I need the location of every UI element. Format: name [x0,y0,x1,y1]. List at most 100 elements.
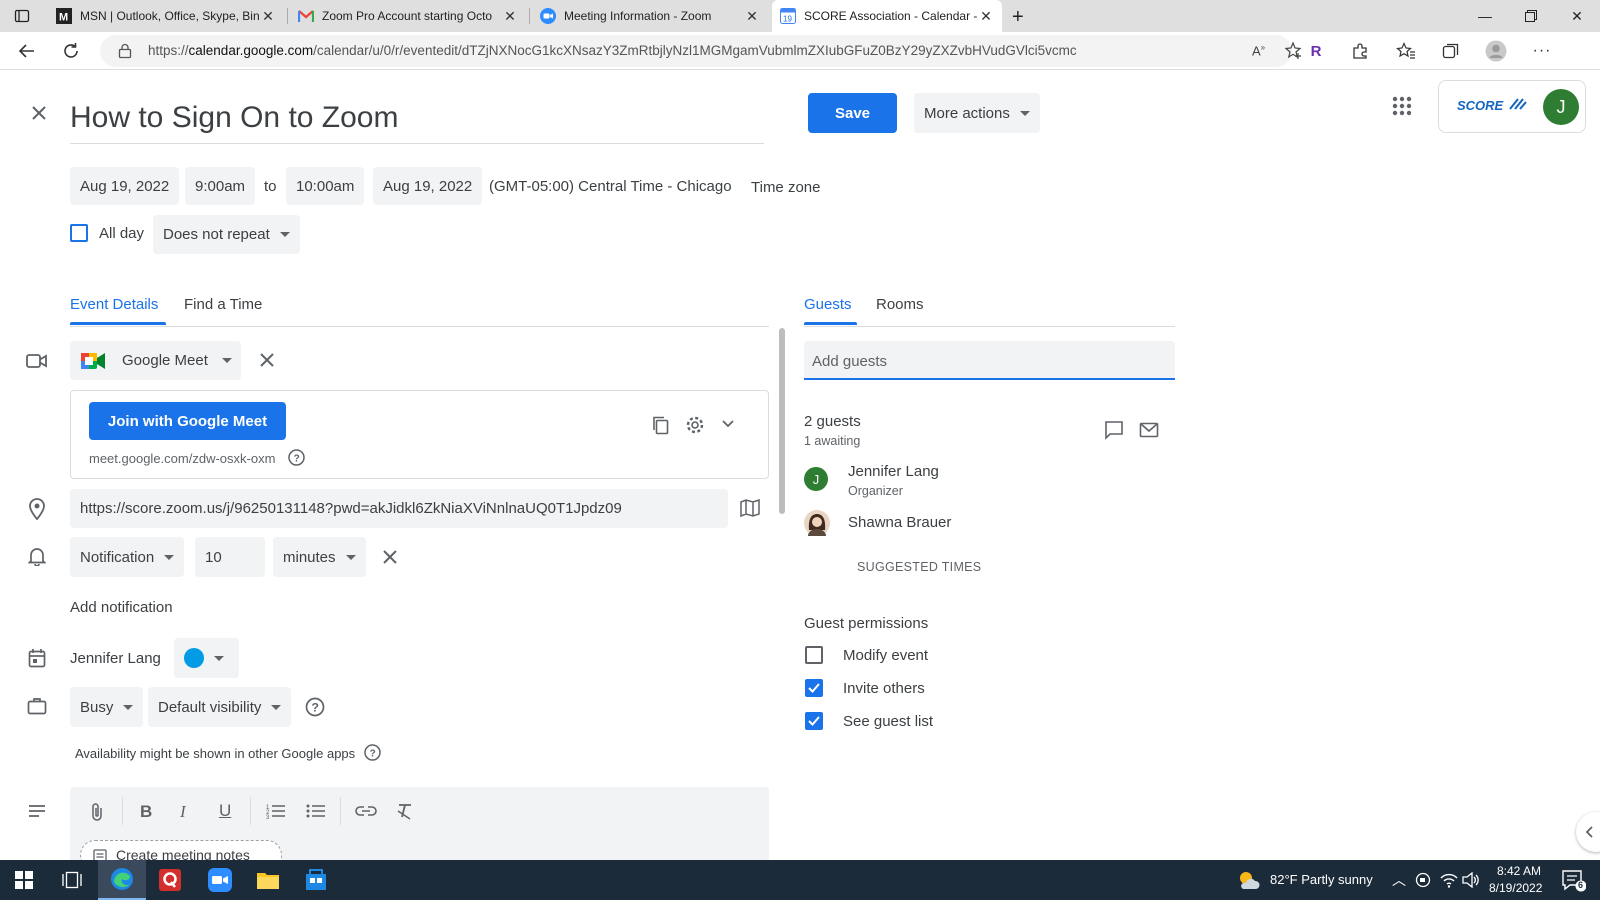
add-guests-input[interactable]: Add guests [804,341,1175,380]
chevron-down-icon[interactable] [721,419,735,429]
weather-text[interactable]: 82°F Partly sunny [1270,872,1373,887]
refresh-icon[interactable] [57,37,85,65]
side-panel-toggle[interactable] [1576,812,1600,852]
url-text[interactable]: https://calendar.google.com/calendar/u/0… [148,43,1077,58]
chevron-up-icon[interactable]: ︿ [1392,870,1406,890]
clear-formatting-icon[interactable] [396,802,414,820]
extensions-icon[interactable] [1346,37,1374,65]
italic-icon[interactable]: I [180,802,186,822]
favorites-icon[interactable] [1392,37,1420,65]
link-icon[interactable] [355,805,377,817]
meet-now-icon[interactable] [1415,872,1431,888]
close-editor-icon[interactable] [28,102,50,124]
close-tab-icon[interactable]: ✕ [502,8,518,25]
event-color-dropdown[interactable] [174,638,239,678]
clock-time[interactable]: 8:42 AM [1497,864,1541,878]
invite-others-checkbox[interactable] [805,679,823,697]
add-notification-link[interactable]: Add notification [70,599,173,616]
help-icon[interactable]: ? [305,697,325,717]
location-input[interactable]: https://score.zoom.us/j/96250131148?pwd=… [70,489,728,528]
notification-value-input[interactable]: 10 [195,537,265,577]
extension-r-icon[interactable]: R [1302,37,1330,65]
join-google-meet-button[interactable]: Join with Google Meet [89,402,286,440]
weather-icon[interactable] [1236,869,1260,891]
lock-icon[interactable] [118,43,132,59]
modify-event-checkbox[interactable] [805,646,823,664]
message-icon[interactable] [1104,420,1124,440]
description-editor[interactable]: B I U 123 Create meeting notes [70,787,769,870]
event-title-input[interactable]: How to Sign On to Zoom [70,96,764,144]
copy-icon[interactable] [651,415,671,435]
more-actions-dropdown[interactable]: More actions [914,93,1040,133]
remove-conference-icon[interactable] [258,351,276,369]
volume-icon[interactable] [1462,872,1480,888]
notification-center-icon[interactable]: 6 [1562,870,1586,892]
availability-dropdown[interactable]: Busy [70,687,144,727]
start-date-button[interactable]: Aug 19, 2022 [70,167,180,205]
end-time-button[interactable]: 10:00am [286,167,365,205]
close-tab-icon[interactable]: ✕ [260,8,276,25]
back-arrow-icon[interactable] [13,37,41,65]
profile-avatar-icon[interactable] [1482,37,1510,65]
repeat-dropdown[interactable]: Does not repeat [153,215,300,254]
visibility-dropdown[interactable]: Default visibility [148,687,292,727]
all-day-checkbox[interactable] [70,224,88,242]
store-taskbar-icon[interactable] [292,860,340,900]
address-bar[interactable]: https://calendar.google.com/calendar/u/0… [100,35,1302,67]
clock-date[interactable]: 8/19/2022 [1489,881,1542,895]
calendar-owner-label[interactable]: Jennifer Lang [70,650,161,667]
numbered-list-icon[interactable]: 123 [266,803,286,819]
tab-actions-icon[interactable] [14,8,30,24]
new-tab-icon[interactable]: + [1012,6,1024,29]
minimize-icon[interactable]: — [1462,0,1508,32]
see-guest-list-checkbox[interactable] [805,712,823,730]
close-tab-icon[interactable]: ✕ [978,8,994,25]
email-icon[interactable] [1139,421,1159,439]
tab-rooms[interactable]: Rooms [876,296,924,313]
timezone-label[interactable]: (GMT-05:00) Central Time - Chicago [489,178,732,195]
guest-name[interactable]: Shawna Brauer [848,514,951,531]
read-aloud-icon[interactable]: A» [1252,43,1265,58]
collections-icon[interactable] [1437,37,1465,65]
conference-provider-dropdown[interactable]: Google Meet [70,341,241,380]
browser-tab-gmail[interactable]: Zoom Pro Account starting Octo ✕ [290,0,526,32]
account-switcher[interactable]: SCORE J [1438,80,1586,133]
file-explorer-icon[interactable] [244,860,292,900]
apps-grid-icon[interactable] [1392,96,1412,116]
quicken-taskbar-icon[interactable] [146,860,194,900]
close-window-icon[interactable]: ✕ [1554,0,1600,32]
add-favorite-icon[interactable] [1284,41,1304,61]
map-icon[interactable] [740,499,760,517]
browser-tab-zoom[interactable]: Meeting Information - Zoom ✕ [532,0,768,32]
browser-tab-msn[interactable]: M MSN | Outlook, Office, Skype, Bing ✕ [48,0,284,32]
details-scrollbar[interactable] [779,328,785,514]
restore-icon[interactable] [1508,0,1554,32]
help-icon[interactable]: ? [364,744,381,761]
underline-icon[interactable]: U [219,801,231,821]
save-button[interactable]: Save [808,93,897,133]
meet-link[interactable]: meet.google.com/zdw-osxk-oxm [89,451,275,466]
windows-start-icon[interactable] [0,860,48,900]
tab-guests[interactable]: Guests [804,296,852,313]
attachment-icon[interactable] [90,802,104,822]
notification-unit-dropdown[interactable]: minutes [273,537,366,577]
bold-icon[interactable]: B [140,802,152,822]
bulleted-list-icon[interactable] [306,803,326,819]
settings-more-icon[interactable]: ··· [1528,37,1556,65]
notification-type-dropdown[interactable]: Notification [70,537,185,577]
wifi-icon[interactable] [1440,872,1458,888]
gear-icon[interactable] [685,415,705,435]
account-avatar[interactable]: J [1543,89,1579,125]
close-tab-icon[interactable]: ✕ [744,8,760,25]
end-date-button[interactable]: Aug 19, 2022 [373,167,483,205]
tab-find-a-time[interactable]: Find a Time [184,296,262,313]
zoom-taskbar-icon[interactable] [196,860,244,900]
help-icon[interactable]: ? [288,449,305,466]
timezone-button[interactable]: Time zone [751,179,820,196]
start-time-button[interactable]: 9:00am [185,167,256,205]
browser-tab-calendar[interactable]: 19 SCORE Association - Calendar - E ✕ [772,0,1002,32]
task-view-icon[interactable] [48,860,96,900]
tab-event-details[interactable]: Event Details [70,296,158,313]
suggested-times-button[interactable]: SUGGESTED TIMES [857,560,981,574]
edge-taskbar-icon[interactable] [98,860,146,900]
